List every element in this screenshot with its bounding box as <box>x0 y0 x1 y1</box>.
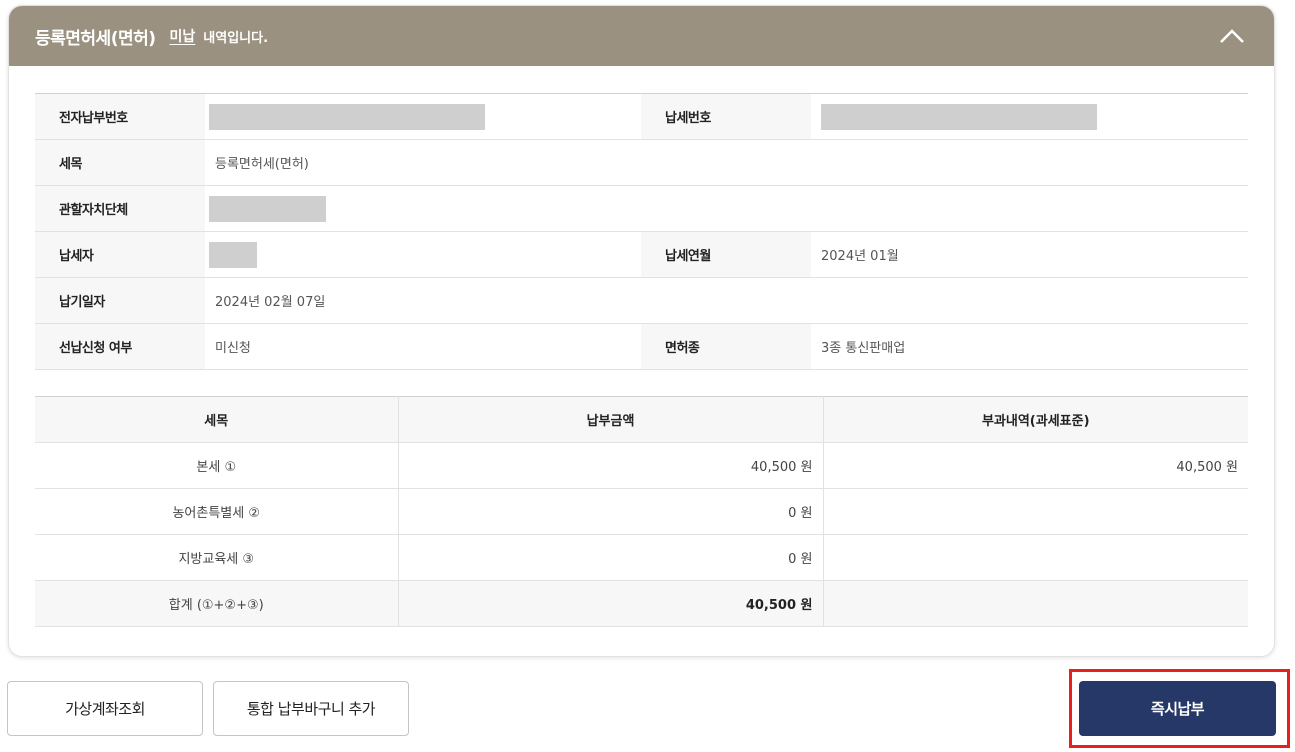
tax-year-month-label: 납세연월 <box>641 231 811 278</box>
virtual-account-button[interactable]: 가상계좌조회 <box>7 681 203 736</box>
license-class-value: 3종 통신판매업 <box>811 323 1248 370</box>
due-date-value: 2024년 02월 07일 <box>205 277 1248 324</box>
masked-value <box>821 103 1097 130</box>
taxpayer-label: 납세자 <box>35 231 205 278</box>
tax-item-name: 지방교육세 ③ <box>35 534 398 581</box>
table-row: 농어촌특별세 ② 0 원 <box>35 488 1248 535</box>
prepay-label: 선납신청 여부 <box>35 323 205 370</box>
table-header-row: 세목 납부금액 부과내역(과세표준) <box>35 396 1248 443</box>
table-row: 지방교육세 ③ 0 원 <box>35 534 1248 581</box>
panel-title: 등록면허세(면허) <box>35 28 156 49</box>
due-date-label: 납기일자 <box>35 277 205 324</box>
total-amount: 40,500 원 <box>397 580 823 627</box>
panel-header: 등록면허세(면허) 미납 내역입니다. <box>9 6 1274 66</box>
masked-value <box>209 103 485 130</box>
tax-item-name: 본세 ① <box>35 442 398 489</box>
tax-no-label: 납세번호 <box>641 93 811 140</box>
tax-amount: 0 원 <box>397 534 823 581</box>
table-row: 납세자 납세연월 2024년 01월 <box>35 231 1248 278</box>
assessed-amount <box>822 488 1248 535</box>
payment-status: 미납 <box>169 29 196 45</box>
masked-value <box>209 241 257 268</box>
tax-item-name: 농어촌특별세 ② <box>35 488 398 535</box>
assessed-amount: 40,500 원 <box>822 442 1248 489</box>
table-row: 선납신청 여부 미신청 면허종 3종 통신판매업 <box>35 323 1248 370</box>
table-row: 납기일자 2024년 02월 07일 <box>35 277 1248 324</box>
license-class-label: 면허종 <box>641 323 811 370</box>
chevron-up-icon <box>1220 29 1244 43</box>
electronic-payment-no-label: 전자납부번호 <box>35 93 205 140</box>
local-gov-label: 관할자치단체 <box>35 185 205 232</box>
table-row: 전자납부번호 납세번호 <box>35 93 1248 140</box>
collapse-button[interactable] <box>1216 20 1248 52</box>
table-row: 관할자치단체 <box>35 185 1248 232</box>
tax-no-value <box>811 93 1248 140</box>
column-header-amount: 납부금액 <box>397 396 823 443</box>
tax-info-table: 전자납부번호 납세번호 세목 등록면허세(면허) 관할자치단체 납세자 납세연월… <box>35 93 1248 370</box>
local-gov-value <box>205 185 1248 232</box>
electronic-payment-no-value <box>205 93 641 140</box>
assessed-amount <box>822 534 1248 581</box>
prepay-value: 미신청 <box>205 323 641 370</box>
tax-amount: 0 원 <box>397 488 823 535</box>
taxpayer-value <box>205 231 641 278</box>
column-header-tax-item: 세목 <box>35 396 398 443</box>
tax-amount: 40,500 원 <box>397 442 823 489</box>
tax-year-month-value: 2024년 01월 <box>811 231 1248 278</box>
pay-now-button[interactable]: 즉시납부 <box>1079 681 1276 736</box>
total-assessed <box>822 580 1248 627</box>
amount-table: 세목 납부금액 부과내역(과세표준) 본세 ① 40,500 원 40,500 … <box>35 396 1248 627</box>
table-row: 세목 등록면허세(면허) <box>35 139 1248 186</box>
tax-item-value: 등록면허세(면허) <box>205 139 1248 186</box>
table-row: 본세 ① 40,500 원 40,500 원 <box>35 442 1248 489</box>
column-header-assessed: 부과내역(과세표준) <box>822 396 1248 443</box>
total-label: 합계 (①+②+③) <box>35 580 398 627</box>
panel-title-suffix: 내역입니다. <box>203 30 269 46</box>
total-row: 합계 (①+②+③) 40,500 원 <box>35 580 1248 627</box>
tax-item-label: 세목 <box>35 139 205 186</box>
tax-detail-panel: 등록면허세(면허) 미납 내역입니다. 전자납부번호 납세번호 세목 등록면허세… <box>8 5 1275 657</box>
masked-value <box>209 195 326 222</box>
add-basket-button[interactable]: 통합 납부바구니 추가 <box>213 681 409 736</box>
